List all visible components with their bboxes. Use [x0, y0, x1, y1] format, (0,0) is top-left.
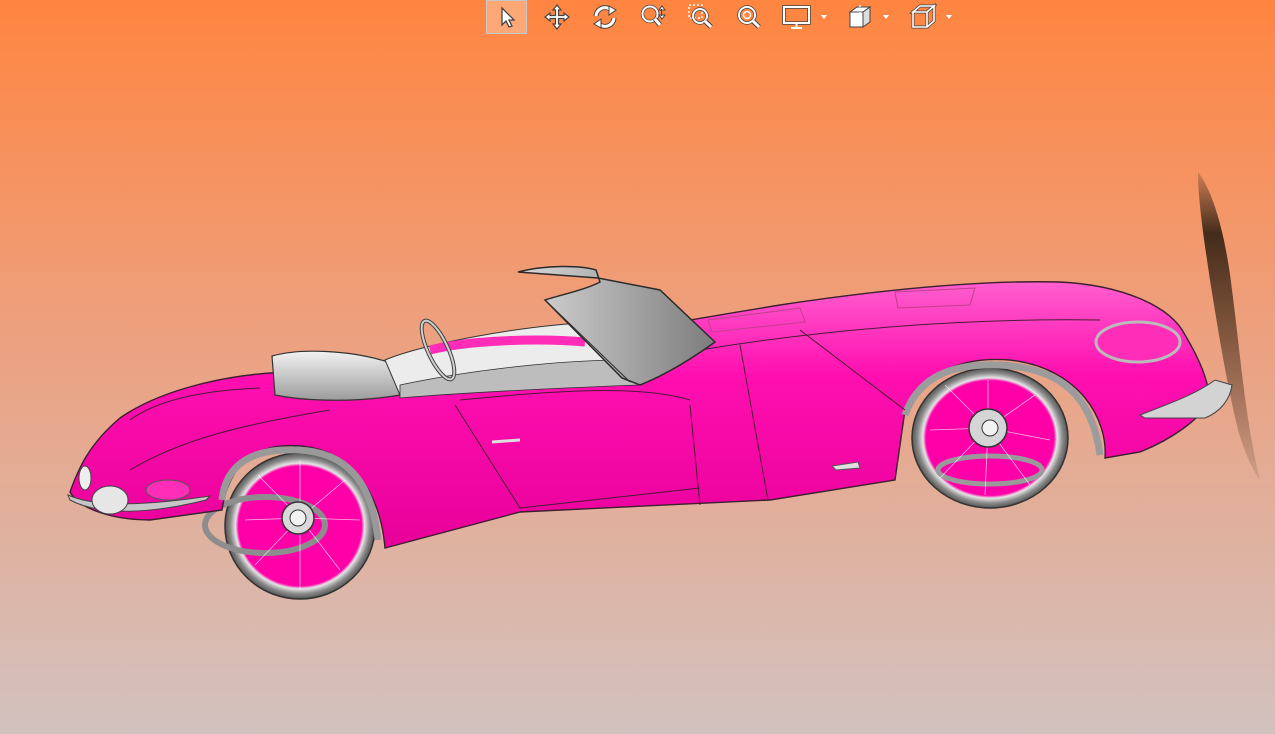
zoom-window-button[interactable] [677, 0, 725, 34]
3d-scene[interactable] [0, 0, 1275, 734]
view-cube-icon [909, 3, 937, 29]
section-view-icon [848, 5, 872, 28]
display-mode-icon [782, 5, 811, 29]
taillight [91, 485, 129, 515]
chevron-down-icon [946, 15, 952, 19]
zoom-dynamic-icon [640, 4, 666, 27]
door-handle [491, 438, 521, 444]
headlight [1094, 320, 1182, 364]
rotate-button[interactable] [581, 0, 629, 34]
view-orientation-button[interactable] [899, 0, 962, 34]
pan-move-icon [544, 4, 570, 30]
zoom-dynamic-button[interactable] [629, 0, 677, 34]
chevron-down-icon [883, 15, 889, 19]
section-view-button[interactable] [836, 0, 899, 34]
rotate-icon [593, 5, 617, 29]
zoom-window-icon [688, 4, 713, 29]
chevron-down-icon [821, 15, 827, 19]
select-button[interactable] [486, 0, 527, 34]
display-mode-button[interactable] [773, 0, 836, 34]
view-toolbar [486, 0, 962, 34]
select-arrow-icon [500, 6, 516, 28]
zoom-fit-icon [737, 5, 761, 29]
front-wheel [911, 367, 1069, 509]
rear-light-cluster [78, 465, 92, 491]
rear-lamp [145, 479, 191, 501]
zoom-fit-button[interactable] [725, 0, 773, 34]
3d-viewport[interactable] [0, 0, 1275, 734]
pan-button[interactable] [533, 0, 581, 34]
